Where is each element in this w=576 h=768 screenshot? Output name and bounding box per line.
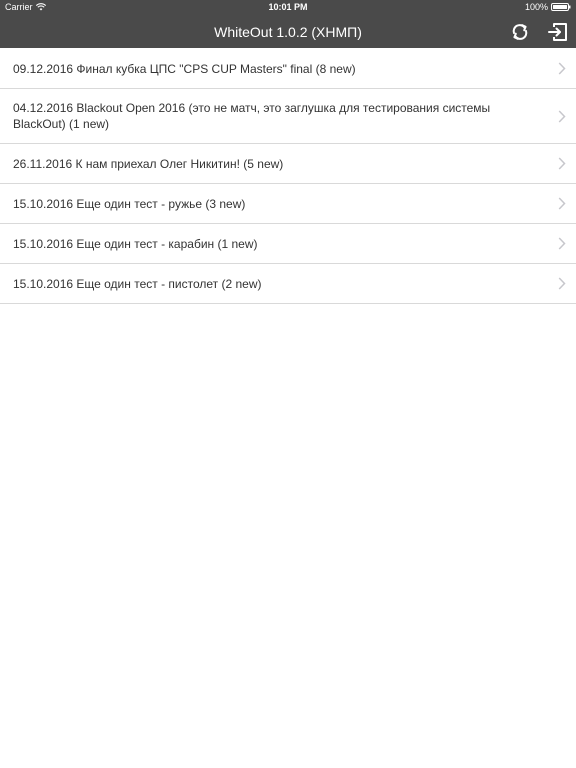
status-battery: 100% <box>525 2 571 12</box>
battery-percent: 100% <box>524 2 548 12</box>
list-item-label: 15.10.2016 Еще один тест - ружье (3 new) <box>13 196 246 211</box>
list-item[interactable]: 26.11.2016 К нам приехал Олег Никитин! (… <box>0 144 576 184</box>
logout-button[interactable] <box>546 20 570 44</box>
list-item[interactable]: 15.10.2016 Еще один тест - карабин (1 ne… <box>0 224 576 264</box>
refresh-button[interactable] <box>508 20 532 44</box>
list-item-label: 09.12.2016 Финал кубка ЦПС "CPS CUP Mast… <box>13 61 356 76</box>
chevron-right-icon <box>558 277 566 290</box>
list-item-label: 26.11.2016 К нам приехал Олег Никитин! (… <box>13 156 284 171</box>
chevron-right-icon <box>558 197 566 210</box>
header: Carrier 10:01 PM 100% WhiteOut 1.0.2 (ХН… <box>0 0 576 48</box>
logout-icon <box>548 23 567 41</box>
list-item-label: 15.10.2016 Еще один тест - пистолет (2 n… <box>13 276 262 291</box>
chevron-right-icon <box>558 109 566 123</box>
nav-bar: WhiteOut 1.0.2 (ХНМП) <box>0 16 576 48</box>
page-title: WhiteOut 1.0.2 (ХНМП) <box>214 24 362 40</box>
chevron-right-icon <box>558 62 566 75</box>
list-item[interactable]: 15.10.2016 Еще один тест - пистолет (2 n… <box>0 264 576 304</box>
list-item-label: 15.10.2016 Еще один тест - карабин (1 ne… <box>13 236 258 251</box>
list-item[interactable]: 09.12.2016 Финал кубка ЦПС "CPS CUP Mast… <box>0 49 576 89</box>
list-item[interactable]: 15.10.2016 Еще один тест - ружье (3 new) <box>0 184 576 224</box>
status-time: 10:01 PM <box>268 2 308 12</box>
list-item[interactable]: 04.12.2016 Blackout Open 2016 (это не ма… <box>0 89 576 144</box>
event-list: 09.12.2016 Финал кубка ЦПС "CPS CUP Mast… <box>0 49 576 304</box>
battery-icon <box>551 3 571 11</box>
list-item-label: 04.12.2016 Blackout Open 2016 (это не ма… <box>13 101 491 131</box>
chevron-right-icon <box>558 157 566 170</box>
refresh-icon <box>512 24 528 40</box>
status-bar: Carrier 10:01 PM 100% <box>0 0 576 16</box>
chevron-right-icon <box>558 237 566 250</box>
